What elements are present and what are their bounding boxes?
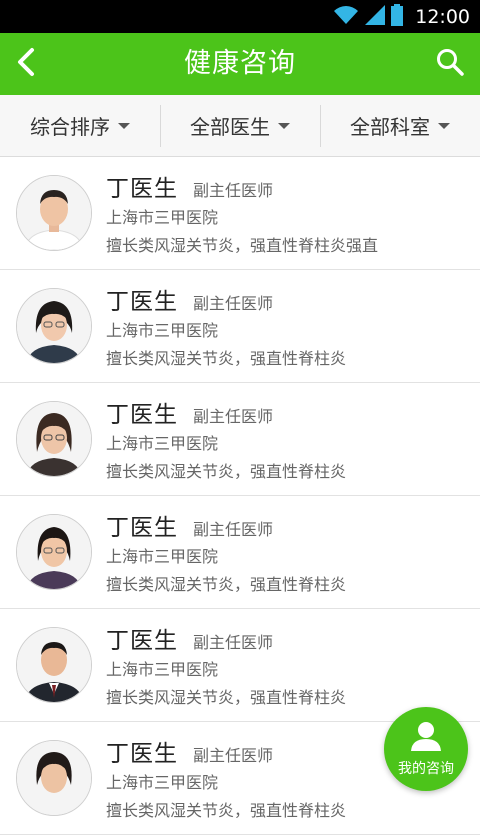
filter-bar: 综合排序 全部医生 全部科室 <box>0 95 480 157</box>
doctor-hospital: 上海市三甲医院 <box>106 773 219 792</box>
caret-down-icon <box>438 122 450 129</box>
doctor-title: 副主任医师 <box>193 746 274 765</box>
doctor-name: 丁医生 <box>106 289 178 315</box>
doctor-specialty: 擅长类风湿关节炎，强直性脊柱炎 <box>106 688 347 707</box>
doctor-title: 副主任医师 <box>193 407 274 426</box>
doctor-name: 丁医生 <box>106 176 178 202</box>
doctor-avatar <box>16 740 92 816</box>
signal-icon <box>365 4 386 29</box>
search-icon <box>436 48 464 80</box>
battery-icon <box>391 3 404 30</box>
doctor-name: 丁医生 <box>106 515 178 541</box>
doctor-specialty: 擅长类风湿关节炎，强直性脊柱炎 <box>106 575 347 594</box>
department-filter-dropdown[interactable]: 全部科室 <box>320 95 480 156</box>
doctor-title: 副主任医师 <box>193 294 274 313</box>
my-consultations-button[interactable]: 我的咨询 <box>384 707 468 791</box>
doctor-filter-label: 全部医生 <box>190 115 270 139</box>
doctor-specialty: 擅长类风湿关节炎，强直性脊柱炎 <box>106 349 347 368</box>
doctor-avatar <box>16 401 92 477</box>
doctor-list-item[interactable]: 丁医生 副主任医师 上海市三甲医院 擅长类风湿关节炎，强直性脊柱炎 <box>0 496 480 609</box>
sort-dropdown-label: 综合排序 <box>30 115 110 139</box>
doctor-specialty: 擅长类风湿关节炎，强直性脊柱炎 <box>106 801 347 820</box>
doctor-title: 副主任医师 <box>193 520 274 539</box>
page-title: 健康咨询 <box>184 48 296 79</box>
doctor-specialty: 擅长类风湿关节炎，强直性脊柱炎 <box>106 462 347 481</box>
doctor-avatar <box>16 627 92 703</box>
my-consultations-label: 我的咨询 <box>398 760 454 777</box>
doctor-avatar <box>16 175 92 251</box>
caret-down-icon <box>118 122 130 129</box>
doctor-hospital: 上海市三甲医院 <box>106 321 219 340</box>
doctor-avatar <box>16 288 92 364</box>
caret-down-icon <box>278 122 290 129</box>
header-bar: 健康咨询 <box>0 33 480 95</box>
doctor-name: 丁医生 <box>106 628 178 654</box>
doctor-avatar <box>16 514 92 590</box>
status-bar: 12:00 <box>0 0 480 33</box>
doctor-name: 丁医生 <box>106 402 178 428</box>
doctor-name: 丁医生 <box>106 741 178 767</box>
doctor-title: 副主任医师 <box>193 181 274 200</box>
department-filter-label: 全部科室 <box>350 115 430 139</box>
status-time: 12:00 <box>415 5 470 28</box>
doctor-hospital: 上海市三甲医院 <box>106 547 219 566</box>
doctor-hospital: 上海市三甲医院 <box>106 208 219 227</box>
doctor-list-item[interactable]: 丁医生 副主任医师 上海市三甲医院 擅长类风湿关节炎，强直性脊柱炎强直 <box>0 157 480 270</box>
search-button[interactable] <box>428 43 472 85</box>
sort-dropdown[interactable]: 综合排序 <box>0 95 160 156</box>
user-icon <box>409 721 443 755</box>
doctor-hospital: 上海市三甲医院 <box>106 434 219 453</box>
doctor-list-item[interactable]: 丁医生 副主任医师 上海市三甲医院 擅长类风湿关节炎，强直性脊柱炎 <box>0 609 480 722</box>
status-icons: 12:00 <box>333 3 470 30</box>
doctor-filter-dropdown[interactable]: 全部医生 <box>160 95 320 156</box>
doctor-list-item[interactable]: 丁医生 副主任医师 上海市三甲医院 擅长类风湿关节炎，强直性脊柱炎 <box>0 383 480 496</box>
doctor-title: 副主任医师 <box>193 633 274 652</box>
doctor-list-item[interactable]: 丁医生 副主任医师 上海市三甲医院 擅长类风湿关节炎，强直性脊柱炎 <box>0 270 480 383</box>
doctor-hospital: 上海市三甲医院 <box>106 660 219 679</box>
wifi-icon <box>333 5 359 29</box>
doctor-specialty: 擅长类风湿关节炎，强直性脊柱炎强直 <box>106 236 379 255</box>
